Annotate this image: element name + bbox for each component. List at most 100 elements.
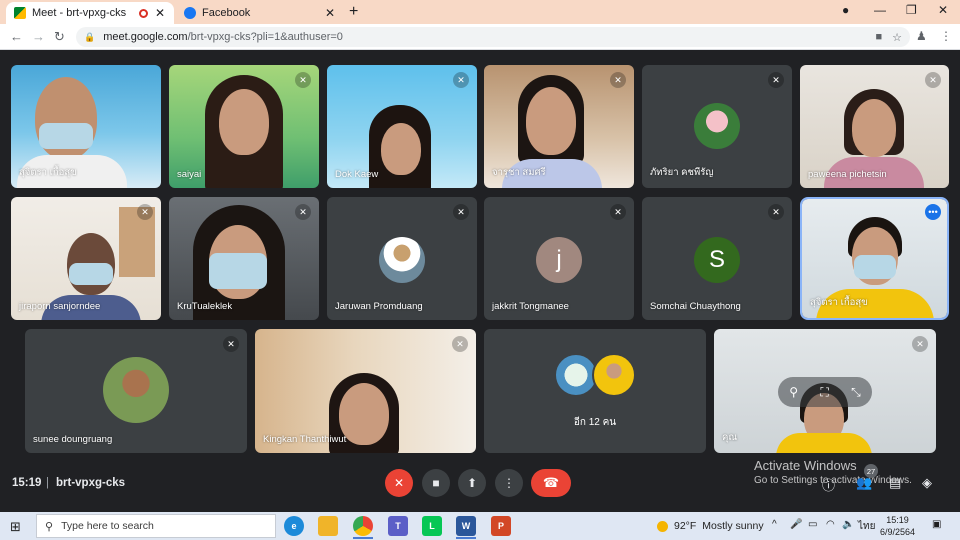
search-icon: ⚲ bbox=[45, 520, 54, 533]
wifi-icon[interactable]: ◠ bbox=[826, 519, 835, 530]
participant-tile[interactable]: ✕ Kingkan Thanthiwut bbox=[255, 329, 476, 453]
participant-tile[interactable]: ✕ Jaruwan Promduang bbox=[327, 197, 477, 320]
input-language[interactable]: ไทย bbox=[858, 519, 875, 534]
camera-in-use-icon[interactable]: ■ bbox=[875, 31, 882, 44]
camera-button[interactable]: ■ bbox=[422, 469, 450, 497]
participant-count-badge: 27 bbox=[864, 464, 878, 478]
volume-icon[interactable]: 🔈 bbox=[842, 519, 854, 530]
mic-off-icon: ✕ bbox=[610, 204, 626, 220]
profile-photo-avatar bbox=[379, 237, 425, 283]
edge-app-icon[interactable]: e bbox=[284, 516, 304, 536]
back-icon[interactable]: ← bbox=[10, 29, 23, 44]
new-tab-icon[interactable]: + bbox=[349, 3, 358, 21]
meeting-details-icon[interactable]: ⓘ bbox=[822, 475, 835, 494]
mic-off-icon: ✕ bbox=[925, 72, 941, 88]
mic-off-icon: ✕ bbox=[393, 476, 405, 490]
participant-tile[interactable]: ✕ saiyai bbox=[169, 65, 319, 188]
tab-title: Facebook bbox=[202, 7, 251, 19]
hang-up-icon: ☎ bbox=[542, 475, 560, 490]
maximize-window-icon[interactable]: ❐ bbox=[906, 3, 917, 17]
face-mask bbox=[854, 255, 896, 279]
participant-name: Jaruwan Promduang bbox=[335, 301, 423, 312]
microphone-icon[interactable]: 🎤 bbox=[790, 519, 802, 530]
reload-icon[interactable]: ↻ bbox=[54, 29, 65, 45]
participant-face bbox=[381, 123, 421, 175]
word-running-indicator bbox=[456, 537, 476, 539]
profile-photo-avatar bbox=[694, 103, 740, 149]
address-bar[interactable]: 🔒 meet.google.com /brt-vpxg-cks?pli=1&au… bbox=[76, 27, 910, 47]
tab-meet[interactable]: Meet - brt-vpxg-cks ✕ bbox=[6, 2, 174, 24]
separator: | bbox=[46, 477, 49, 489]
shirt bbox=[776, 433, 872, 453]
participant-tile[interactable]: สุจิตรา เกื้อสุข bbox=[11, 65, 161, 188]
mic-off-icon: ✕ bbox=[223, 336, 239, 352]
close-tab-icon[interactable]: ✕ bbox=[324, 6, 336, 20]
show-hidden-icons-icon[interactable]: ^ bbox=[772, 519, 777, 530]
participant-tile[interactable]: ✕ Dok Kaew bbox=[327, 65, 477, 188]
participant-tile[interactable]: S ✕ Somchai Chuaythong bbox=[642, 197, 792, 320]
notifications-icon[interactable]: ▣ bbox=[932, 519, 941, 530]
participant-name: paweena pichetsin bbox=[808, 169, 887, 180]
participant-tile-active-speaker[interactable]: ••• สุจิตรา เกื้อสุข bbox=[800, 197, 949, 320]
powerpoint-app-icon[interactable]: P bbox=[491, 516, 511, 536]
url-host: meet.google.com bbox=[103, 31, 188, 43]
activities-icon[interactable]: ◈ bbox=[922, 475, 932, 491]
taskbar-clock[interactable]: 15:19 6/9/2564 bbox=[880, 514, 915, 538]
participant-name: jakkrit Tongmanee bbox=[492, 301, 569, 312]
bookmark-star-icon[interactable]: ☆ bbox=[892, 31, 902, 44]
facebook-favicon-icon bbox=[184, 7, 196, 19]
forward-icon[interactable]: → bbox=[32, 29, 45, 44]
frame-icon[interactable]: ⛶ bbox=[820, 385, 828, 400]
participant-name: Kingkan Thanthiwut bbox=[263, 434, 347, 445]
temperature: 92°F bbox=[674, 520, 697, 532]
participant-tile[interactable]: ✕ ภัทริยา คชพีรัญ bbox=[642, 65, 792, 188]
tab-title: Meet - brt-vpxg-cks bbox=[32, 7, 127, 19]
browser-menu-icon[interactable]: ⋮ bbox=[940, 29, 952, 43]
participant-name: สุจิตรา เกื้อสุข bbox=[19, 167, 77, 178]
face-mask bbox=[39, 123, 93, 149]
participant-face bbox=[852, 99, 896, 157]
participant-tile[interactable]: ✕ จารุชา สมศรี bbox=[484, 65, 634, 188]
self-view-tile[interactable]: ⚲ ⛶ ⤡ ✕ คุณ bbox=[714, 329, 936, 453]
word-app-icon[interactable]: W bbox=[456, 516, 476, 536]
weather-widget[interactable]: 92°F Mostly sunny bbox=[657, 520, 764, 532]
others-tile[interactable]: อีก 12 คน bbox=[484, 329, 706, 453]
mic-off-icon: ✕ bbox=[453, 72, 469, 88]
participant-tile[interactable]: ✕ jiraporn sanjorndee bbox=[11, 197, 161, 320]
taskbar-search-input[interactable]: ⚲ Type here to search bbox=[36, 514, 276, 538]
extension-icon[interactable]: ♟ bbox=[916, 29, 927, 43]
present-button[interactable]: ⬆ bbox=[458, 469, 486, 497]
chrome-app-icon[interactable] bbox=[353, 516, 373, 536]
file-explorer-app-icon[interactable] bbox=[318, 516, 338, 536]
participant-name: Somchai Chuaythong bbox=[650, 301, 741, 312]
self-view-controls: ⚲ ⛶ ⤡ bbox=[778, 377, 872, 407]
participant-name: sunee doungruang bbox=[33, 434, 113, 445]
more-options-icon[interactable]: ••• bbox=[925, 204, 941, 220]
close-tab-icon[interactable]: ✕ bbox=[154, 6, 166, 20]
participant-name: KruTualeklek bbox=[177, 301, 233, 312]
line-app-icon[interactable]: L bbox=[422, 516, 442, 536]
windows-taskbar: ⊞ ⚲ Type here to search e T L W P 92°F M… bbox=[0, 512, 960, 540]
participant-tile[interactable]: ✕ KruTualeklek bbox=[169, 197, 319, 320]
profile-icon[interactable]: ● bbox=[842, 3, 849, 17]
close-window-icon[interactable]: ✕ bbox=[938, 3, 948, 17]
teams-app-icon[interactable]: T bbox=[388, 516, 408, 536]
browser-toolbar: ← → ↻ 🔒 meet.google.com /brt-vpxg-cks?pl… bbox=[0, 24, 960, 50]
meeting-clock: 15:19 bbox=[12, 477, 42, 489]
browser-tab-strip: Meet - brt-vpxg-cks ✕ Facebook ✕ + ● — ❐… bbox=[0, 0, 960, 24]
chat-icon[interactable]: ▤ bbox=[889, 475, 901, 491]
pin-icon[interactable]: ⚲ bbox=[789, 385, 798, 399]
participant-tile[interactable]: ✕ sunee doungruang bbox=[25, 329, 247, 453]
leave-call-button[interactable]: ☎ bbox=[531, 469, 571, 497]
participant-tile[interactable]: ✕ paweena pichetsin bbox=[800, 65, 949, 188]
windows-start-icon[interactable]: ⊞ bbox=[10, 519, 21, 535]
mic-off-icon: ✕ bbox=[452, 336, 468, 352]
participant-tile[interactable]: j ✕ jakkrit Tongmanee bbox=[484, 197, 634, 320]
minimize-window-icon[interactable]: — bbox=[874, 3, 886, 17]
mic-off-button[interactable]: ✕ bbox=[385, 469, 413, 497]
more-options-button[interactable]: ⋮ bbox=[495, 469, 523, 497]
tab-facebook[interactable]: Facebook ✕ bbox=[176, 2, 344, 24]
face-mask bbox=[209, 253, 267, 289]
minimize-icon[interactable]: ⤡ bbox=[851, 385, 861, 400]
battery-icon[interactable]: ▭ bbox=[808, 519, 817, 530]
